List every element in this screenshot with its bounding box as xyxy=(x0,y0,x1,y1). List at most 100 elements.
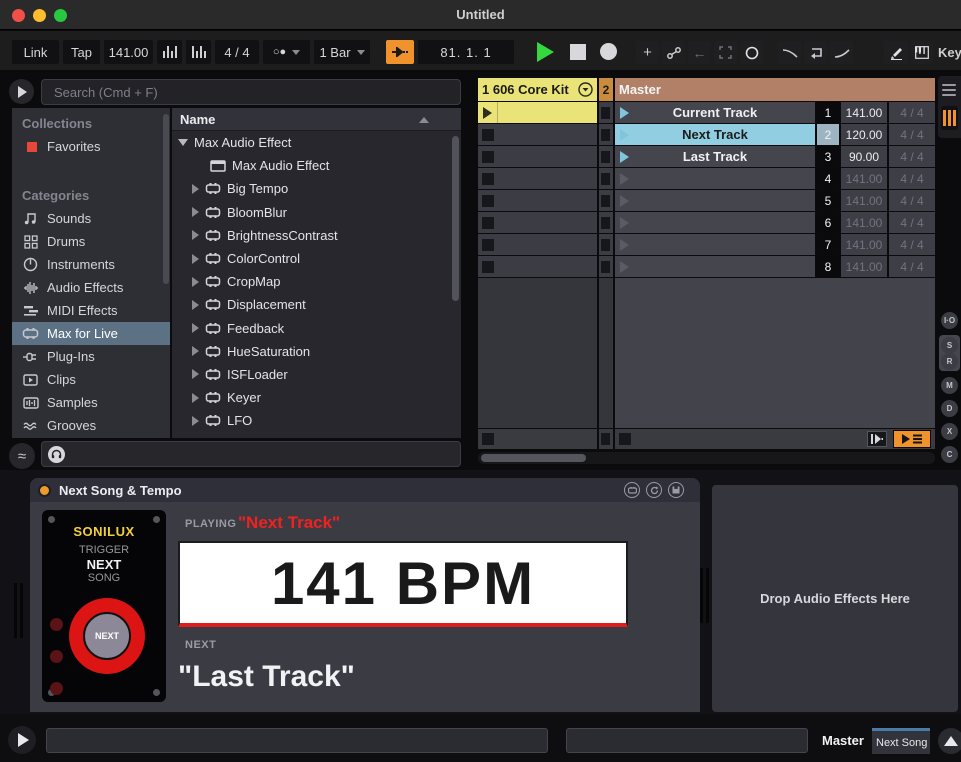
scene-time-signature-field[interactable]: 4 / 4 xyxy=(889,102,935,123)
fade-out-button[interactable] xyxy=(778,41,801,64)
list-scrollbar[interactable] xyxy=(452,136,459,301)
scene-launch-icon[interactable] xyxy=(620,173,629,185)
scene-launch-icon[interactable] xyxy=(620,195,629,207)
draw-mode-button[interactable] xyxy=(884,41,908,64)
clip-stop-button[interactable] xyxy=(601,217,610,229)
expand-triangle-icon[interactable] xyxy=(192,393,199,403)
list-item[interactable]: BrightnessContrast xyxy=(172,224,461,247)
key-map-toggle[interactable]: Key xyxy=(938,45,961,60)
clip-device-view-toggle[interactable] xyxy=(938,728,961,754)
list-item[interactable]: Keyer xyxy=(172,386,461,409)
expand-triangle-icon[interactable] xyxy=(192,254,199,264)
scene-tempo-field[interactable]: 141.00 xyxy=(841,190,887,211)
scene-launch-area[interactable] xyxy=(615,212,815,233)
follow-button[interactable] xyxy=(386,40,414,64)
clip-slot[interactable] xyxy=(478,146,597,167)
stop-button[interactable] xyxy=(570,44,586,60)
clip-slot[interactable] xyxy=(478,234,597,255)
hamburger-menu-icon[interactable] xyxy=(942,84,956,99)
metronome-button[interactable]: ○● xyxy=(263,40,310,64)
clip-slot[interactable] xyxy=(478,256,597,277)
expand-triangle-icon[interactable] xyxy=(192,323,199,333)
device-title-bar[interactable]: Next Song & Tempo xyxy=(30,478,700,502)
list-item[interactable]: Big Tempo xyxy=(172,177,461,200)
clip-stop-button[interactable] xyxy=(482,239,494,251)
session-record-button[interactable] xyxy=(714,41,737,64)
scene-row[interactable]: 7141.004 / 4 xyxy=(615,234,935,255)
clip-stop-button[interactable] xyxy=(601,129,610,141)
scene-launch-area[interactable]: Last Track xyxy=(615,146,815,167)
scene-row[interactable]: Next Track2120.004 / 4 xyxy=(615,124,935,145)
groove-pool-button[interactable]: ≈ xyxy=(9,443,35,469)
capture-midi-button[interactable] xyxy=(740,41,763,64)
next-song-button[interactable]: NEXT xyxy=(83,612,131,660)
sidebar-item-max-for-live[interactable]: Max for Live xyxy=(12,322,170,345)
loop-button[interactable] xyxy=(804,41,827,64)
scene-tempo-field[interactable]: 120.00 xyxy=(841,124,887,145)
new-button[interactable]: + xyxy=(636,41,659,64)
clip-stop-button[interactable] xyxy=(482,151,494,163)
clip-overview-icon[interactable] xyxy=(941,106,958,130)
clip-stop-button[interactable] xyxy=(482,217,494,229)
clip-slot[interactable] xyxy=(599,146,613,167)
scene-time-signature-field[interactable]: 4 / 4 xyxy=(889,168,935,189)
clip-slot[interactable] xyxy=(599,168,613,189)
scene-time-signature-field[interactable]: 4 / 4 xyxy=(889,124,935,145)
session-horizontal-scrollbar[interactable] xyxy=(478,452,935,464)
clip-slot[interactable] xyxy=(599,190,613,211)
clip-stop-button[interactable] xyxy=(601,107,610,119)
link-button[interactable]: Link xyxy=(12,40,59,64)
scene-tempo-field[interactable]: 141.00 xyxy=(841,168,887,189)
scene-launch-area[interactable] xyxy=(615,234,815,255)
sidebar-item-grooves[interactable]: Grooves xyxy=(12,414,170,437)
scene-launch-icon[interactable] xyxy=(620,239,629,251)
follow-actions-button[interactable] xyxy=(893,430,931,448)
mixer-toggle-m[interactable]: M xyxy=(941,377,958,394)
list-item[interactable]: Max Audio Effect xyxy=(172,154,461,177)
scene-tempo-field[interactable]: 141.00 xyxy=(841,256,887,277)
sidebar-item-audio-effects[interactable]: Audio Effects xyxy=(12,276,170,299)
sidebar-scrollbar[interactable] xyxy=(163,114,169,284)
clip-slot[interactable] xyxy=(478,190,597,211)
clip-slot[interactable] xyxy=(478,212,597,233)
sidebar-item-favorites[interactable]: Favorites xyxy=(12,135,170,158)
sidebar-item-drums[interactable]: Drums xyxy=(12,230,170,253)
audio-effects-drop-area[interactable]: Drop Audio Effects Here xyxy=(712,485,958,712)
tap-tempo-button[interactable]: Tap xyxy=(63,40,100,64)
scene-time-signature-field[interactable]: 4 / 4 xyxy=(889,234,935,255)
clip-stop-button[interactable] xyxy=(601,239,610,251)
scene-time-signature-field[interactable]: 4 / 4 xyxy=(889,146,935,167)
list-item[interactable]: ColorControl xyxy=(172,247,461,270)
clip-stop-button[interactable] xyxy=(601,173,610,185)
scene-time-signature-field[interactable]: 4 / 4 xyxy=(889,190,935,211)
sidebar-item-clips[interactable]: Clips xyxy=(12,368,170,391)
track-fold-icon[interactable] xyxy=(578,82,593,97)
mixer-toggle-x[interactable]: X xyxy=(941,423,958,440)
time-signature-field[interactable]: 4 / 4 xyxy=(215,40,259,64)
scene-row[interactable]: Current Track1141.004 / 4 xyxy=(615,102,935,123)
expand-triangle-icon[interactable] xyxy=(192,346,199,356)
expand-triangle-icon[interactable] xyxy=(192,300,199,310)
list-item[interactable]: HueSaturation xyxy=(172,340,461,363)
scene-row[interactable]: 8141.004 / 4 xyxy=(615,256,935,277)
clip-slot[interactable] xyxy=(599,256,613,277)
nudge-down-button[interactable] xyxy=(157,40,182,64)
clip-slot[interactable] xyxy=(478,168,597,189)
back-to-arrangement-button[interactable] xyxy=(867,431,887,447)
record-button[interactable] xyxy=(600,43,617,60)
clip-stop-button[interactable] xyxy=(482,195,494,207)
mixer-toggle-r[interactable]: R xyxy=(941,353,958,370)
clip-slot[interactable] xyxy=(599,102,613,123)
clip-stop-button[interactable] xyxy=(601,195,610,207)
list-item[interactable]: BloomBlur xyxy=(172,201,461,224)
scene-launch-area[interactable] xyxy=(615,190,815,211)
sidebar-item-midi-effects[interactable]: MIDI Effects xyxy=(12,299,170,322)
scene-row[interactable]: 4141.004 / 4 xyxy=(615,168,935,189)
clip-slot[interactable] xyxy=(478,124,597,145)
expand-triangle-icon[interactable] xyxy=(192,207,199,217)
clip-play-icon[interactable] xyxy=(483,107,492,119)
track-2-header[interactable]: 2 xyxy=(599,78,613,101)
browser-collapse-button[interactable] xyxy=(9,79,34,104)
arrangement-position-field[interactable]: 81. 1. 1 xyxy=(418,40,514,64)
list-header[interactable]: Name xyxy=(172,108,461,131)
